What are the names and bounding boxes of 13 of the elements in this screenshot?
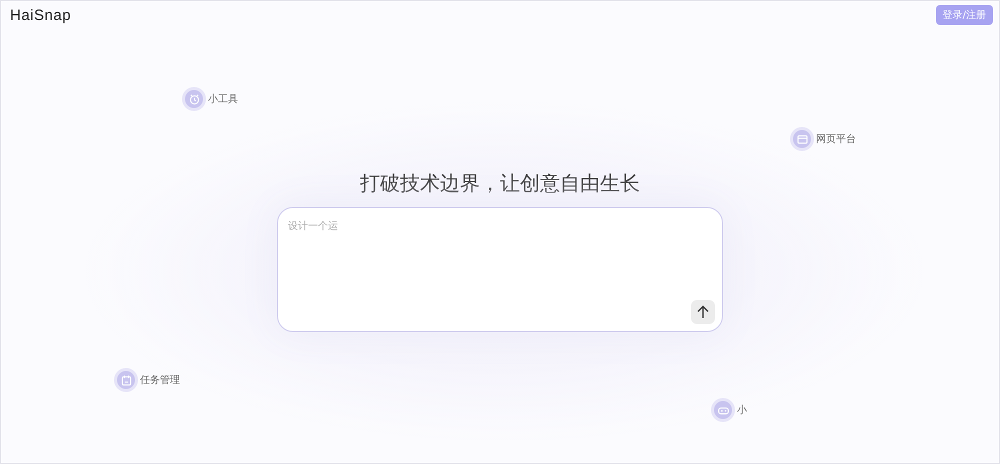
arrow-up-icon: [696, 305, 710, 319]
send-button[interactable]: [691, 300, 715, 324]
clock-icon: [185, 90, 203, 108]
window-icon: [793, 130, 811, 148]
headline: 打破技术边界，让创意自由生长: [360, 170, 640, 197]
floating-tag-label: 网页平台: [816, 132, 856, 146]
floating-tag-label: 任务管理: [140, 374, 180, 387]
calendar-icon: [117, 371, 135, 389]
floating-tag-label: 小: [737, 404, 747, 417]
prompt-field[interactable]: 设计一个运: [277, 207, 723, 332]
floating-tag-label: 小工具: [208, 92, 238, 106]
gamepad-icon: [714, 401, 732, 419]
logo[interactable]: HaiSnap: [10, 6, 72, 24]
